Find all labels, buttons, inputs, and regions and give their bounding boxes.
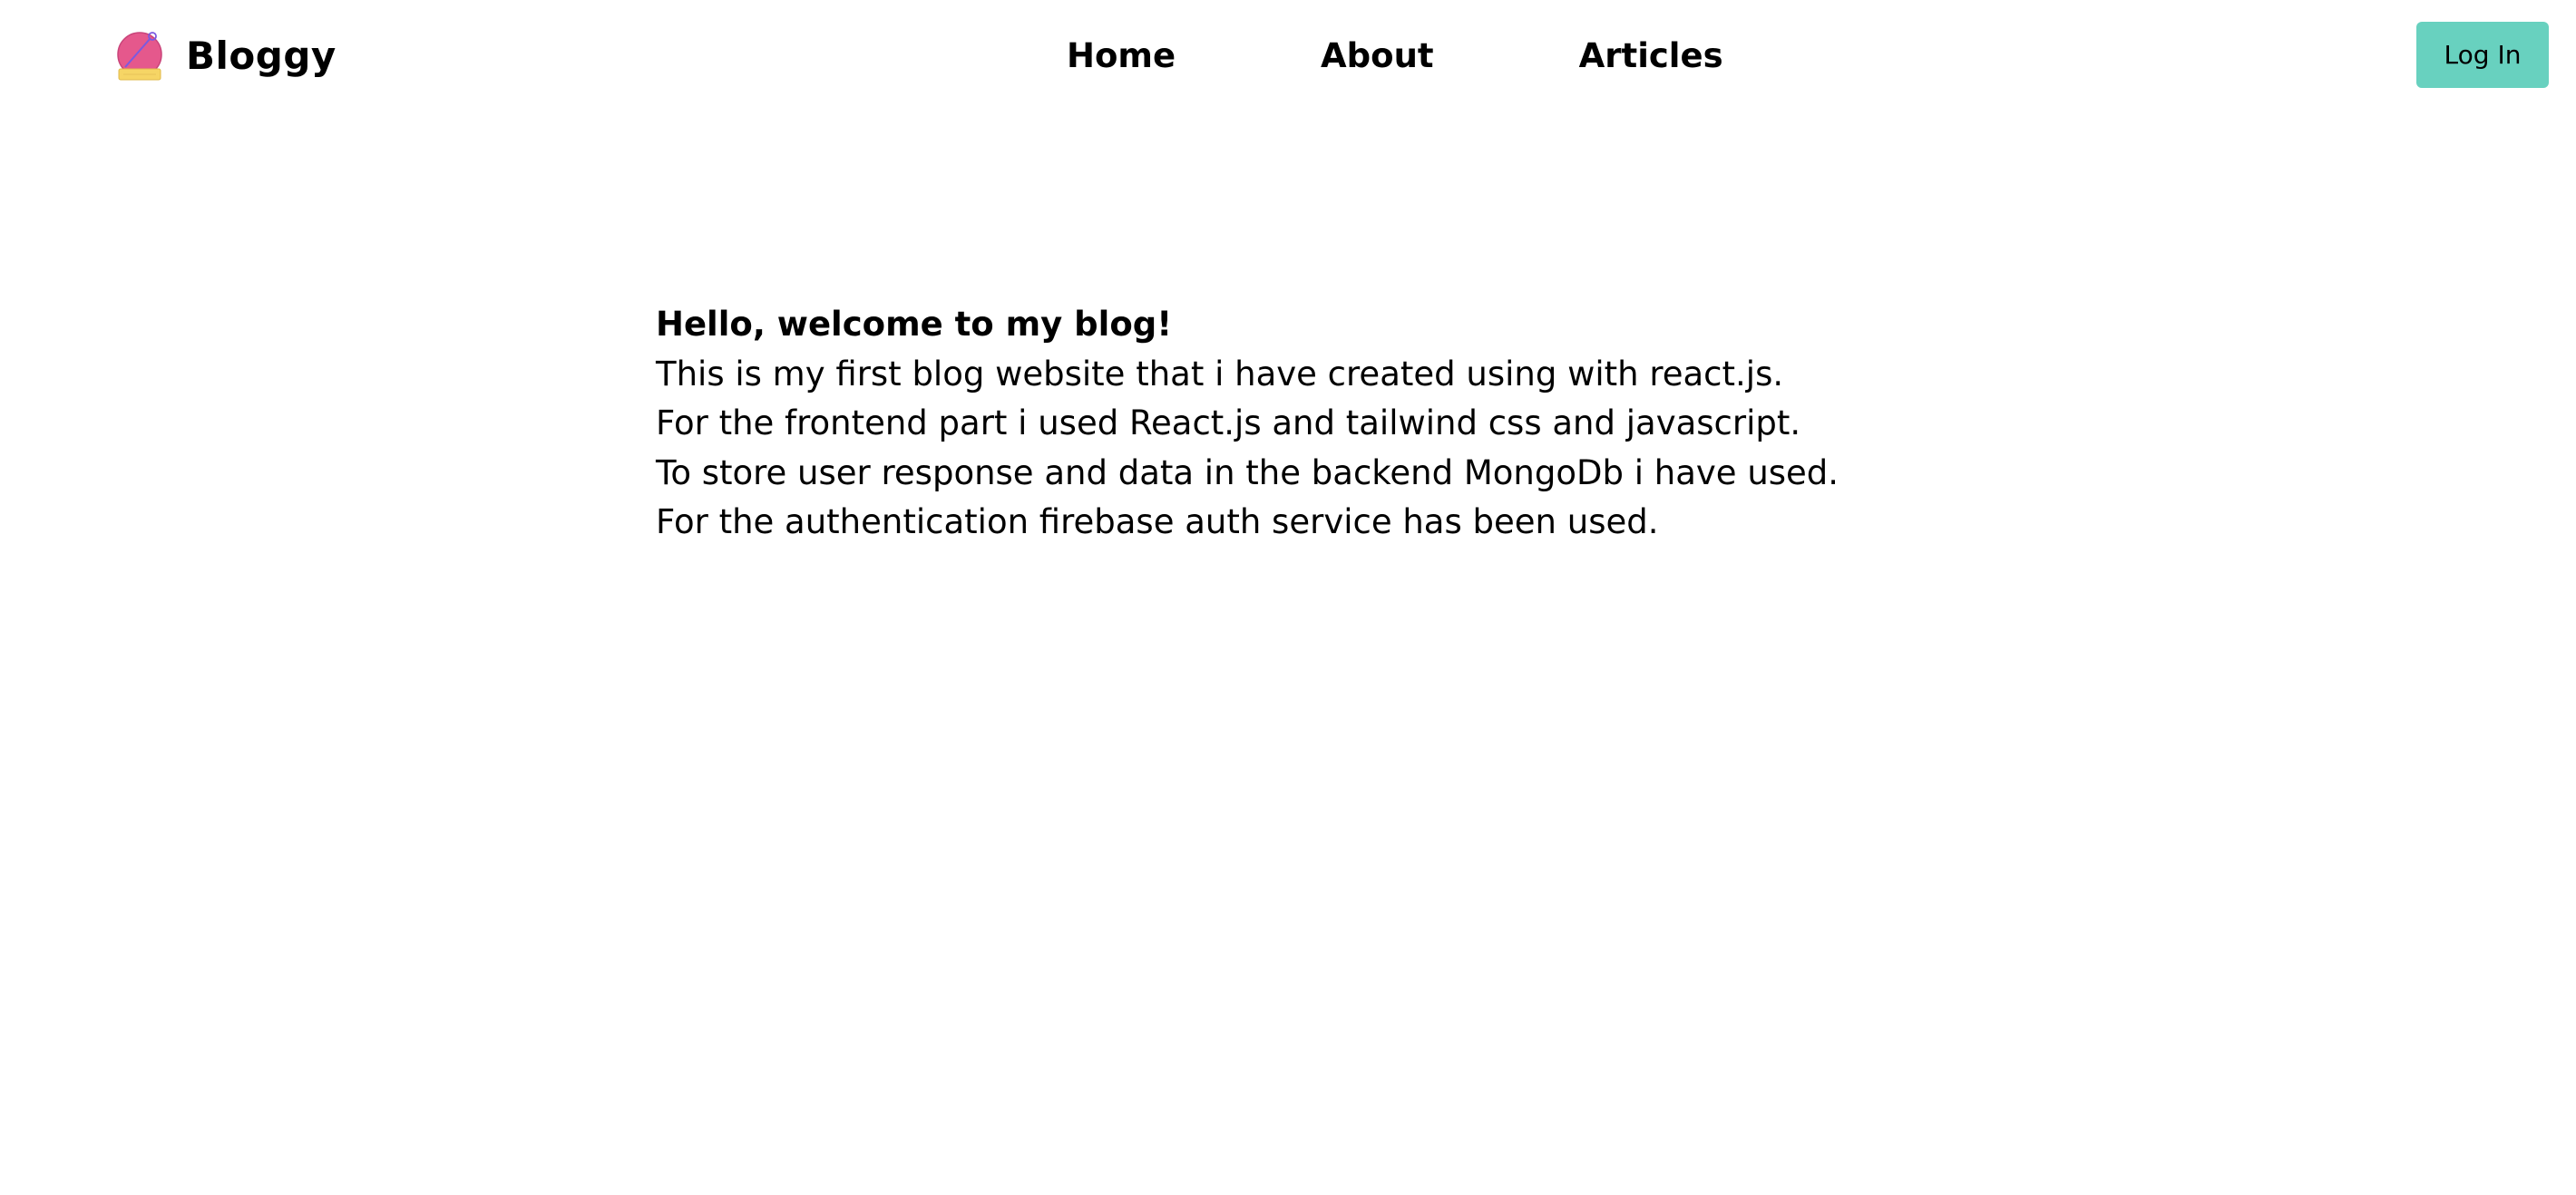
intro-line: For the authentication firebase auth ser… <box>656 502 1659 541</box>
nav-link-articles[interactable]: Articles <box>1579 27 1723 85</box>
welcome-section: Hello, welcome to my blog! This is my fi… <box>656 300 2016 548</box>
brand-name: Bloggy <box>186 34 337 78</box>
nav-link-home[interactable]: Home <box>1067 27 1176 85</box>
bloggy-logo-icon <box>117 32 162 81</box>
welcome-heading: Hello, welcome to my blog! <box>656 305 1173 344</box>
brand-link[interactable]: Bloggy <box>116 27 337 85</box>
intro-line: This is my first blog website that i hav… <box>656 354 1784 393</box>
intro-line: For the frontend part i used React.js an… <box>656 403 1801 442</box>
login-button[interactable]: Log In <box>2416 22 2549 88</box>
main-nav: Home About Articles <box>1067 27 1723 85</box>
nav-link-about[interactable]: About <box>1321 27 1434 85</box>
intro-line: To store user response and data in the b… <box>656 452 1839 492</box>
navbar: Bloggy Home About Articles Log In <box>0 0 2576 112</box>
